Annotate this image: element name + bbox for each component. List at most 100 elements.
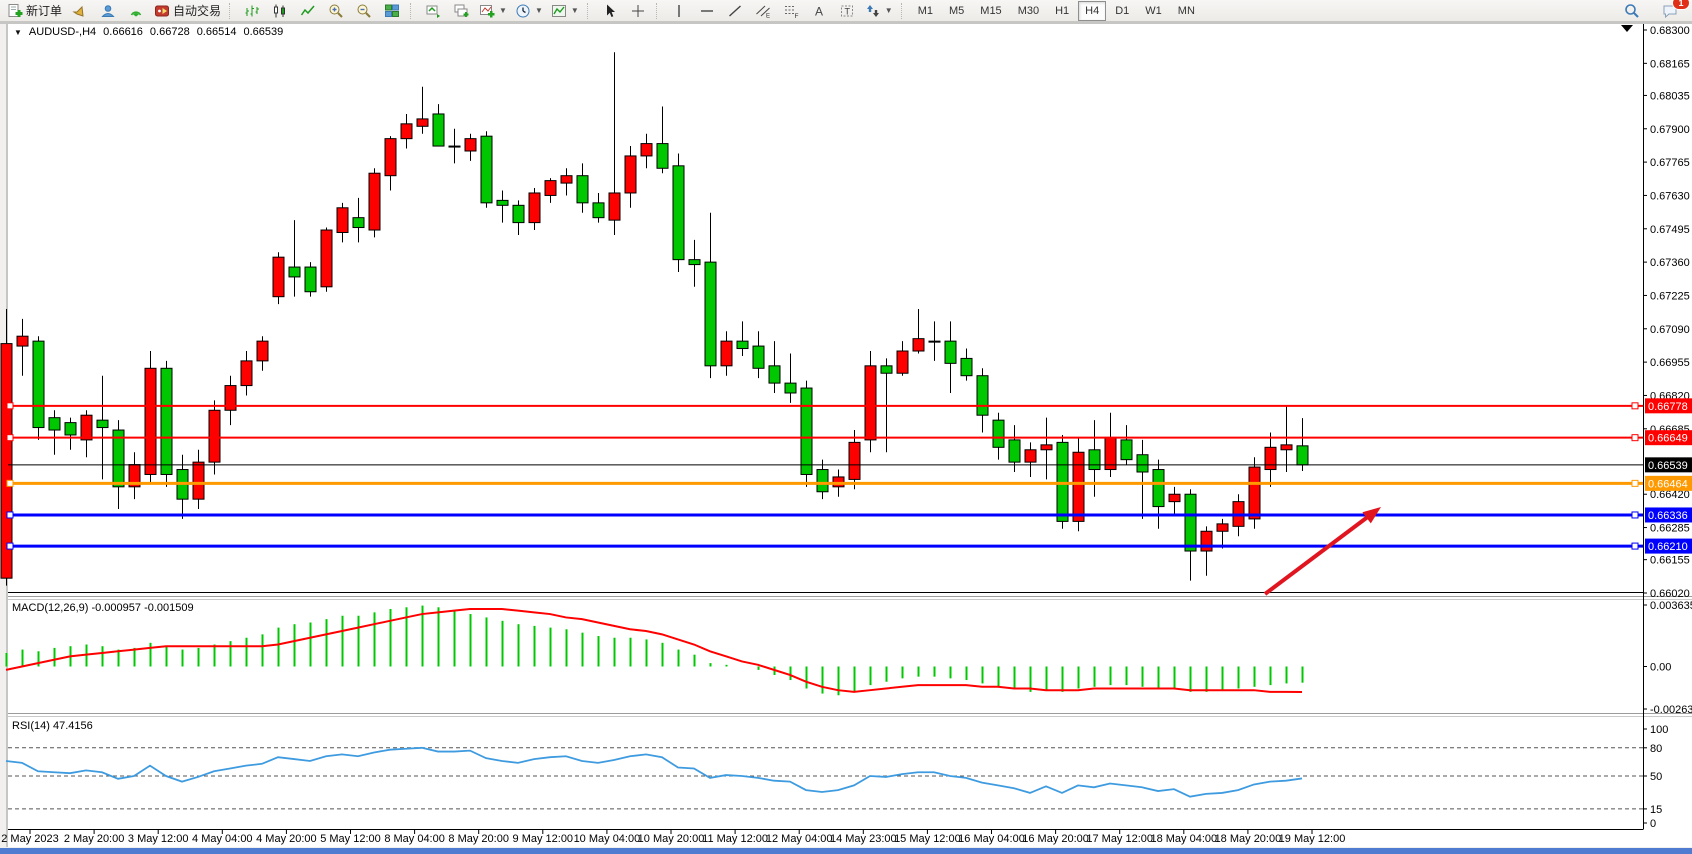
candle-body (97, 420, 108, 427)
auto-arrange-button[interactable] (419, 0, 447, 22)
dropdown-caret-icon[interactable]: ▼ (535, 6, 543, 15)
text-button[interactable]: A (805, 0, 833, 22)
zoom-in-button[interactable] (322, 0, 350, 22)
candlestick-chart-button[interactable] (266, 0, 294, 22)
candle-body (433, 114, 444, 146)
candle-body (257, 341, 268, 361)
fibonacci-button[interactable]: F (777, 0, 805, 22)
chevron-down-icon[interactable]: ▼ (14, 28, 22, 37)
line-handle (7, 543, 13, 549)
vertical-line-button[interactable] (665, 0, 693, 22)
period-clock-button[interactable]: ▼ (511, 0, 547, 22)
community-button[interactable] (94, 0, 122, 22)
close-value: 0.66539 (243, 26, 283, 38)
text-icon: A (811, 3, 827, 19)
indicators-button[interactable]: ▼ (475, 0, 511, 22)
line-handle (1632, 543, 1638, 549)
timeframe-w1-button[interactable]: W1 (1138, 1, 1169, 21)
candle-body (993, 420, 1004, 447)
price-axis-label: 0.66155 (1650, 555, 1690, 567)
auto-trading-label: 自动交易 (173, 2, 221, 19)
channel-button[interactable]: E (749, 0, 777, 22)
timeframe-m15-button[interactable]: M15 (973, 1, 1008, 21)
candle-body (769, 366, 780, 383)
time-axis-label: 8 May 04:00 (384, 833, 445, 845)
zoom-in-icon (328, 3, 344, 19)
line-handle (7, 512, 13, 518)
price-axis-label: 0.67090 (1650, 324, 1690, 336)
line-handle (1632, 512, 1638, 518)
candle-body (625, 156, 636, 193)
zoom-out-button[interactable] (350, 0, 378, 22)
price-badge-label: 0.66649 (1648, 433, 1688, 445)
chat-button[interactable]: 1 (1656, 0, 1684, 22)
timeframe-m5-button[interactable]: M5 (942, 1, 971, 21)
text-label-icon: T (839, 3, 855, 19)
rsi-axis-label: 0 (1650, 818, 1656, 830)
crosshair-button[interactable] (624, 0, 652, 22)
timeframe-h1-button[interactable]: H1 (1048, 1, 1076, 21)
zoom-out-icon (356, 3, 372, 19)
signals-button[interactable] (122, 0, 150, 22)
time-axis-label: 9 May 12:00 (513, 833, 574, 845)
macd-axis-label: -0.00263 (1650, 704, 1692, 716)
candle-body (273, 257, 284, 297)
candle-body (385, 139, 396, 176)
template-button[interactable]: ▼ (547, 0, 583, 22)
candle-body (705, 262, 716, 366)
trendline-button[interactable] (721, 0, 749, 22)
candle-body (865, 366, 876, 440)
bar-chart-button[interactable] (238, 0, 266, 22)
timeframe-m1-button[interactable]: M1 (911, 1, 940, 21)
candle-body (1025, 450, 1036, 462)
candle-body (17, 336, 28, 346)
candle-body (401, 124, 412, 139)
candle-body (209, 410, 220, 462)
rsi-axis-label: 80 (1650, 743, 1662, 755)
auto-trading-button[interactable]: 自动交易 (150, 0, 225, 22)
candle-body (65, 423, 76, 435)
time-axis-label: 16 May 04:00 (958, 833, 1025, 845)
timeframe-h4-button[interactable]: H4 (1078, 1, 1106, 21)
rsi-axis-label: 100 (1650, 724, 1668, 736)
candle-body (737, 341, 748, 348)
horizontal-line-icon (699, 3, 715, 19)
price-badge-label: 0.66336 (1648, 510, 1688, 522)
new-order-button[interactable]: 新订单 (3, 0, 66, 22)
price-axis-label: 0.67630 (1650, 190, 1690, 202)
time-axis-label: 17 May 12:00 (1086, 833, 1153, 845)
cascade-button[interactable] (447, 0, 475, 22)
price-badge-label: 0.66464 (1648, 478, 1688, 490)
text-label-button[interactable]: T (833, 0, 861, 22)
sound-button[interactable] (66, 0, 94, 22)
time-axis-label: 4 May 20:00 (256, 833, 317, 845)
timeframe-d1-button[interactable]: D1 (1108, 1, 1136, 21)
line-handle (7, 480, 13, 486)
line-chart-button[interactable] (294, 0, 322, 22)
candle-body (241, 361, 252, 386)
tile-windows-button[interactable] (378, 0, 406, 22)
chart-canvas[interactable]: 0.683000.681650.680350.679000.677650.676… (0, 0, 1692, 854)
arrows-tool-button[interactable]: ▼ (861, 0, 897, 22)
candle-body (545, 181, 556, 196)
dropdown-caret-icon[interactable]: ▼ (885, 6, 893, 15)
price-axis-label: 0.67360 (1650, 257, 1690, 269)
cursor-button[interactable] (596, 0, 624, 22)
candle-body (1265, 447, 1276, 469)
timeframe-m30-button[interactable]: M30 (1011, 1, 1046, 21)
horizontal-line-button[interactable] (693, 0, 721, 22)
timeframe-mn-button[interactable]: MN (1171, 1, 1202, 21)
dropdown-caret-icon[interactable]: ▼ (499, 6, 507, 15)
candle-body (897, 351, 908, 373)
candle-body (193, 462, 204, 499)
price-axis-label: 0.66020 (1650, 588, 1690, 600)
macd-indicator-label: MACD(12,26,9) -0.000957 -0.001509 (12, 602, 194, 614)
open-value: 0.66616 (103, 26, 143, 38)
search-button[interactable] (1618, 0, 1646, 22)
time-axis-label: 4 May 04:00 (192, 833, 253, 845)
candle-body (849, 442, 860, 479)
candle-body (1169, 494, 1180, 501)
trendline-icon (727, 3, 743, 19)
dropdown-caret-icon[interactable]: ▼ (571, 6, 579, 15)
candle-body (689, 260, 700, 265)
